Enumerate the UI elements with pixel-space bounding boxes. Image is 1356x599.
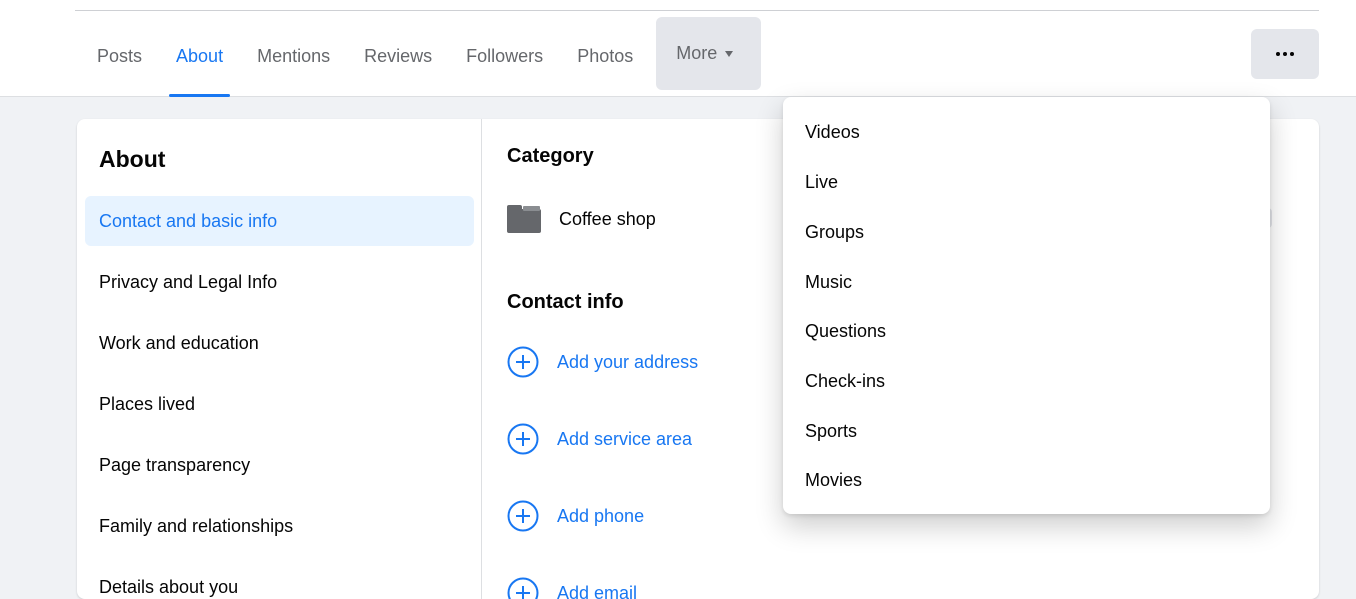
- about-title: About: [99, 146, 165, 173]
- menu-item-music[interactable]: Music: [805, 272, 852, 293]
- tab-more[interactable]: More: [656, 17, 761, 90]
- menu-item-check-ins[interactable]: Check-ins: [805, 371, 885, 392]
- add-email-link[interactable]: Add email: [507, 577, 637, 599]
- menu-item-groups[interactable]: Groups: [805, 222, 864, 243]
- add-address-label: Add your address: [557, 352, 698, 373]
- page-header: Posts About Mentions Reviews Followers P…: [0, 0, 1356, 97]
- add-email-label: Add email: [557, 583, 637, 599]
- tab-about[interactable]: About: [159, 17, 240, 96]
- ellipsis-icon: [1276, 52, 1294, 56]
- add-phone-link[interactable]: Add phone: [507, 500, 644, 532]
- tab-label: About: [176, 46, 223, 67]
- header-divider: [75, 10, 1319, 11]
- sidebar-item-label: Contact and basic info: [99, 211, 277, 232]
- sidebar-item-label: Page transparency: [99, 455, 250, 476]
- add-address-link[interactable]: Add your address: [507, 346, 698, 378]
- menu-item-questions[interactable]: Questions: [805, 321, 886, 342]
- sidebar-item-label: Details about you: [99, 577, 238, 598]
- menu-item-live[interactable]: Live: [805, 172, 838, 193]
- tab-label: Followers: [466, 46, 543, 67]
- menu-item-sports[interactable]: Sports: [805, 421, 857, 442]
- tab-label: Photos: [577, 46, 633, 67]
- tab-label: Reviews: [364, 46, 432, 67]
- profile-tabs: Posts About Mentions Reviews Followers P…: [80, 17, 761, 96]
- add-phone-label: Add phone: [557, 506, 644, 527]
- add-service-area-link[interactable]: Add service area: [507, 423, 692, 455]
- plus-circle-icon: [507, 500, 539, 532]
- sidebar-item-work-education[interactable]: Work and education: [85, 318, 474, 368]
- caret-down-icon: [725, 51, 733, 57]
- tab-label: Mentions: [257, 46, 330, 67]
- sidebar-item-family-relationships[interactable]: Family and relationships: [85, 501, 474, 551]
- about-sidebar: About Contact and basic info Privacy and…: [77, 119, 482, 599]
- tab-label: Posts: [97, 46, 142, 67]
- menu-item-movies[interactable]: Movies: [805, 470, 862, 491]
- tab-followers[interactable]: Followers: [449, 17, 560, 96]
- tab-label: More: [676, 43, 717, 64]
- more-options-button[interactable]: [1251, 29, 1319, 79]
- category-row: Coffee shop: [507, 205, 656, 233]
- sidebar-item-details-about-you[interactable]: Details about you: [85, 562, 474, 599]
- sidebar-item-page-transparency[interactable]: Page transparency: [85, 440, 474, 490]
- plus-circle-icon: [507, 577, 539, 599]
- sidebar-item-places-lived[interactable]: Places lived: [85, 379, 474, 429]
- more-dropdown-menu: Videos Live Groups Music Questions Check…: [783, 97, 1270, 514]
- sidebar-item-contact-basic-info[interactable]: Contact and basic info: [85, 196, 474, 246]
- folder-icon: [507, 205, 541, 233]
- tab-posts[interactable]: Posts: [80, 17, 159, 96]
- category-value: Coffee shop: [559, 209, 656, 230]
- sidebar-item-label: Family and relationships: [99, 516, 293, 537]
- plus-circle-icon: [507, 423, 539, 455]
- contact-info-title: Contact info: [507, 291, 624, 314]
- tab-photos[interactable]: Photos: [560, 17, 650, 96]
- add-service-area-label: Add service area: [557, 429, 692, 450]
- plus-circle-icon: [507, 346, 539, 378]
- sidebar-item-label: Places lived: [99, 394, 195, 415]
- menu-item-videos[interactable]: Videos: [805, 122, 860, 143]
- sidebar-item-label: Privacy and Legal Info: [99, 272, 277, 293]
- sidebar-item-label: Work and education: [99, 333, 259, 354]
- tab-mentions[interactable]: Mentions: [240, 17, 347, 96]
- sidebar-item-privacy-legal[interactable]: Privacy and Legal Info: [85, 257, 474, 307]
- category-title: Category: [507, 145, 594, 168]
- tab-reviews[interactable]: Reviews: [347, 17, 449, 96]
